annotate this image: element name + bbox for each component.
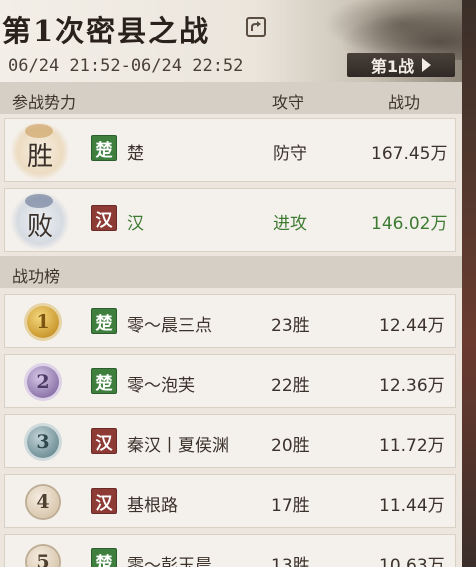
player-name: 零～泡芙 [127, 376, 195, 396]
rank-medal: 1 [27, 306, 59, 338]
ranking-header: 战功榜 [0, 256, 462, 288]
player-name: 零～彭玉晨 [127, 556, 212, 567]
wins: 13胜 [271, 556, 310, 567]
result-text: 胜 [26, 142, 53, 172]
participant-row[interactable]: 败 汉 汉 进攻 146.02万 [4, 188, 456, 252]
ranking-row[interactable]: 5 楚 零～彭玉晨 13胜 10.63万 [4, 534, 456, 567]
triangle-right-icon [422, 58, 432, 72]
col-attack-defense: 攻守 [272, 93, 305, 112]
ranking-row[interactable]: 2 楚 零～泡芙 22胜 12.36万 [4, 354, 456, 408]
merit: 167.45万 [371, 144, 448, 164]
merit: 12.36万 [379, 376, 445, 396]
faction-badge: 汉 [91, 488, 117, 514]
faction-badge: 汉 [91, 205, 117, 231]
time-range: 06/24 21:52-06/24 22:52 [8, 56, 244, 76]
wins: 20胜 [271, 436, 310, 456]
merit: 11.44万 [379, 496, 445, 516]
rank-medal: 4 [27, 486, 59, 518]
participant-row[interactable]: 胜 楚 楚 防守 167.45万 [4, 118, 456, 182]
wins: 23胜 [271, 316, 310, 336]
ranking-row[interactable]: 3 汉 秦汉丨夏侯渊 20胜 11.72万 [4, 414, 456, 468]
participants-label: 参战势力 [12, 93, 77, 112]
page-title: 第1次密县之战 [2, 14, 211, 48]
battle-select-button[interactable]: 第1战 [347, 53, 455, 77]
merit: 12.44万 [379, 316, 445, 336]
ranking-label: 战功榜 [12, 267, 61, 286]
merit: 146.02万 [371, 214, 448, 234]
background-edge [460, 0, 476, 567]
role: 进攻 [273, 214, 307, 234]
merit: 10.63万 [379, 556, 445, 567]
player-name: 秦汉丨夏侯渊 [127, 436, 229, 456]
header: 第1次密县之战 06/24 21:52-06/24 22:52 第1战 [0, 0, 462, 82]
player-name: 基根路 [127, 496, 178, 516]
battle-select-label: 第1战 [370, 57, 415, 76]
wins: 22胜 [271, 376, 310, 396]
result-text: 败 [26, 212, 53, 242]
ranking-row[interactable]: 1 楚 零～晨三点 23胜 12.44万 [4, 294, 456, 348]
faction-name: 汉 [127, 214, 144, 234]
faction-badge: 楚 [91, 368, 117, 394]
merit: 11.72万 [379, 436, 445, 456]
share-icon[interactable] [246, 17, 266, 37]
role: 防守 [273, 144, 307, 164]
rank-medal: 2 [27, 366, 59, 398]
faction-name: 楚 [127, 144, 144, 164]
rank-medal: 5 [27, 546, 59, 567]
lose-seal: 败 [11, 192, 69, 250]
battle-report-panel: 第1次密县之战 06/24 21:52-06/24 22:52 第1战 参战势力… [0, 0, 462, 567]
header-art [312, 0, 462, 60]
faction-badge: 楚 [91, 135, 117, 161]
player-name: 零～晨三点 [127, 316, 212, 336]
participants-header: 参战势力 攻守 战功 [0, 82, 462, 114]
wins: 17胜 [271, 496, 310, 516]
win-seal: 胜 [11, 122, 69, 180]
faction-badge: 楚 [91, 308, 117, 334]
faction-badge: 汉 [91, 428, 117, 454]
col-merit: 战功 [388, 93, 421, 112]
ranking-row[interactable]: 4 汉 基根路 17胜 11.44万 [4, 474, 456, 528]
faction-badge: 楚 [91, 548, 117, 567]
rank-medal: 3 [27, 426, 59, 458]
